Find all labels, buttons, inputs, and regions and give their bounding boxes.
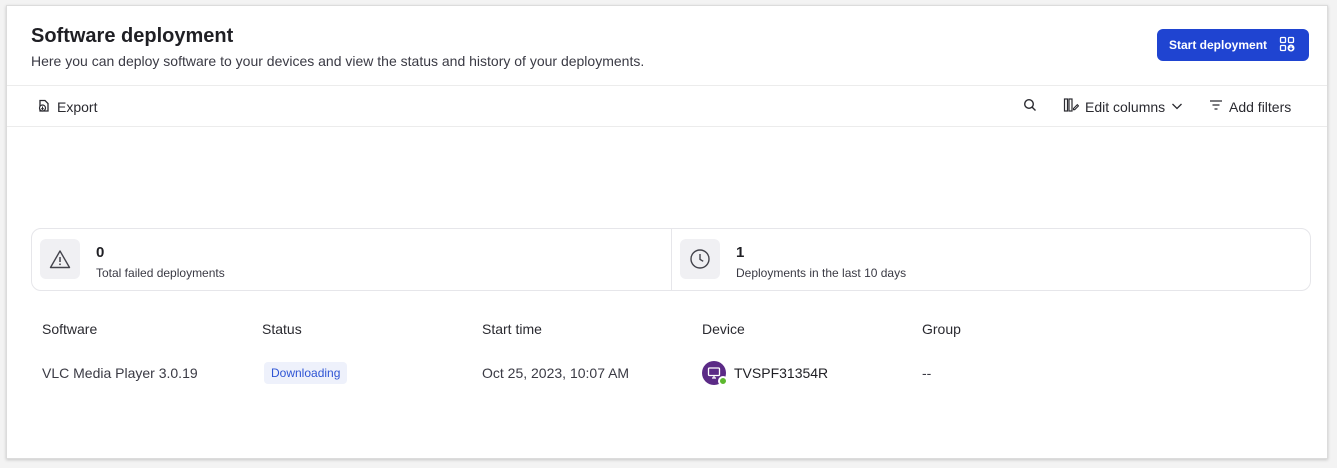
page-header: Software deployment Here you can deploy … <box>7 6 1327 86</box>
add-filters-label: Add filters <box>1229 98 1292 115</box>
search-button[interactable] <box>1023 86 1037 127</box>
start-deployment-label: Start deployment <box>1169 38 1268 52</box>
device-name: TVSPF31354R <box>734 365 829 381</box>
stats-panel: 0 Total failed deployments 1 Deployments… <box>31 228 1311 291</box>
page-title: Software deployment <box>31 25 234 47</box>
clock-icon <box>680 239 720 279</box>
deployment-card: Software deployment Here you can deploy … <box>6 5 1328 459</box>
add-filters-button[interactable]: Add filters <box>1209 86 1291 127</box>
columns-icon <box>1063 97 1080 116</box>
table-toolbar: Export Edit columns Add filters <box>7 86 1327 127</box>
cell-start-time: Oct 25, 2023, 10:07 AM <box>482 365 630 381</box>
page-subtitle: Here you can deploy software to your dev… <box>31 53 645 69</box>
column-header-start-time[interactable]: Start time <box>482 321 542 337</box>
stat-value: 1 <box>736 244 745 261</box>
start-deployment-button[interactable]: Start deployment <box>1157 29 1309 61</box>
export-button[interactable]: Export <box>37 86 97 127</box>
chevron-down-icon <box>1171 99 1183 115</box>
edit-columns-button[interactable]: Edit columns <box>1063 86 1183 127</box>
column-header-software[interactable]: Software <box>42 321 97 337</box>
device-cell[interactable]: TVSPF31354R <box>702 361 829 386</box>
edit-columns-label: Edit columns <box>1085 98 1166 115</box>
warning-icon <box>40 239 80 279</box>
column-header-group[interactable]: Group <box>922 321 961 337</box>
search-icon <box>1023 98 1037 115</box>
stat-value: 0 <box>96 244 105 261</box>
device-avatar <box>702 361 728 386</box>
stat-label: Deployments in the last 10 days <box>736 266 907 280</box>
stat-recent-deployments: 1 Deployments in the last 10 days <box>671 229 1310 290</box>
cell-software: VLC Media Player 3.0.19 <box>42 365 198 381</box>
online-status-dot <box>718 376 728 386</box>
export-label: Export <box>57 98 98 115</box>
status-badge: Downloading <box>264 362 348 384</box>
cell-group: -- <box>922 365 932 381</box>
column-header-status[interactable]: Status <box>262 321 302 337</box>
stat-label: Total failed deployments <box>96 266 225 280</box>
deploy-icon <box>1279 36 1295 55</box>
filter-icon <box>1209 98 1223 115</box>
column-header-device[interactable]: Device <box>702 321 745 337</box>
stat-failed-deployments: 0 Total failed deployments <box>32 229 671 290</box>
export-icon <box>37 98 51 116</box>
